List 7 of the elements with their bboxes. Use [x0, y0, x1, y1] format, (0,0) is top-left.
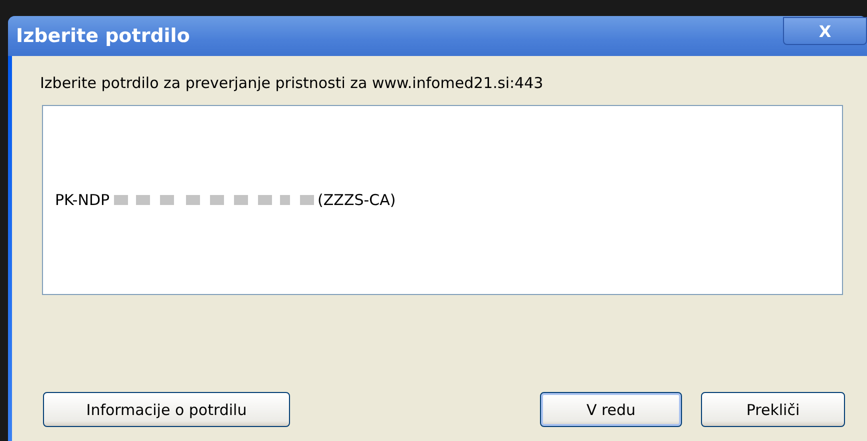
dialog-button[interactable]: Prekliči: [701, 392, 845, 427]
certificate-issuer: (ZZZS-CA): [318, 191, 396, 209]
dialog-button[interactable]: V redu: [540, 392, 682, 427]
prompt-text: Izberite potrdilo za preverjanje pristnosti za www.infomed21.si:443: [40, 74, 544, 92]
certificate-name[interactable]: PK-NDP: [55, 191, 110, 209]
dialog-button[interactable]: Informacije o potrdilu: [43, 392, 290, 427]
window-title: Izberite potrdilo: [16, 25, 190, 47]
